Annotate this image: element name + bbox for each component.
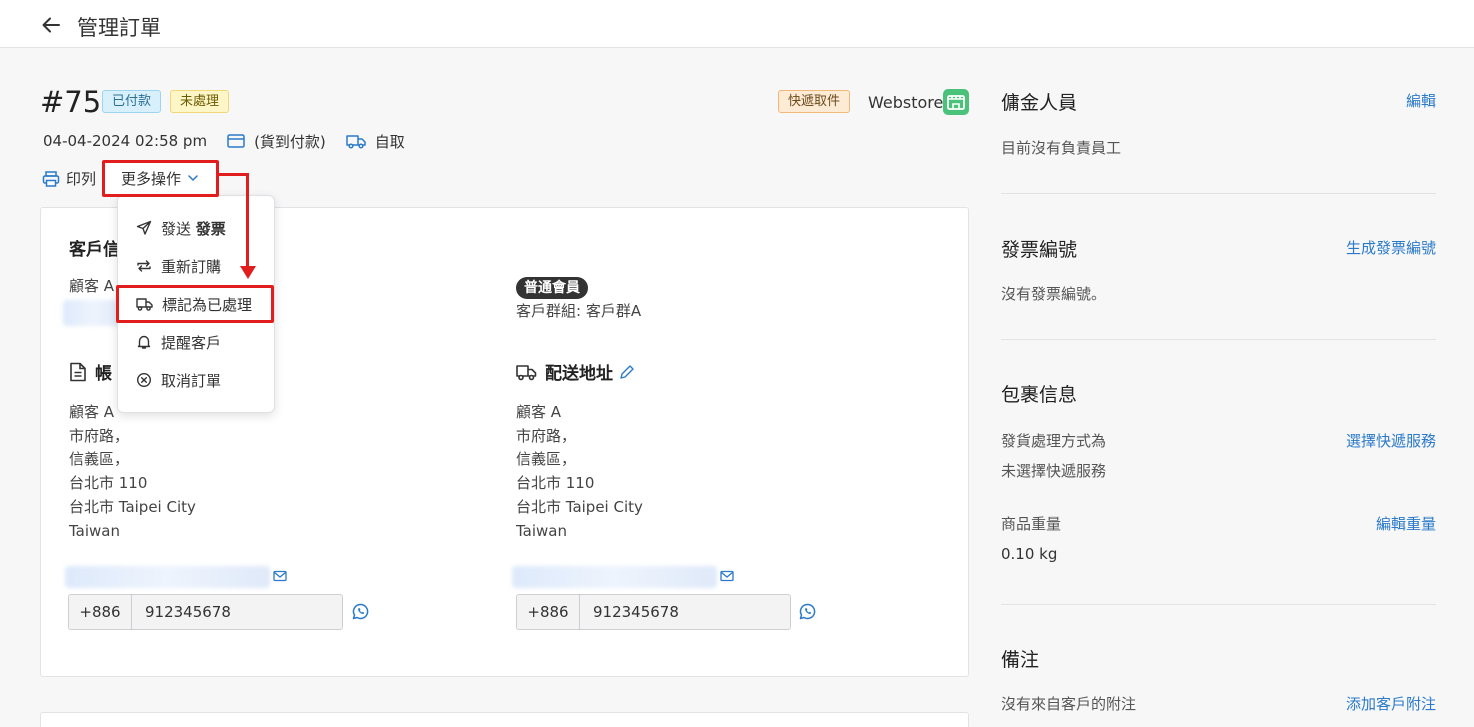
commission-edit-link[interactable]: 編輯 (1406, 90, 1436, 111)
phone-number: 912345678 (593, 603, 679, 621)
menu-item-remind-customer[interactable]: 提醒客戶 (118, 327, 274, 357)
send-invoice-label: 發票 (195, 219, 226, 238)
weight-label: 商品重量 (1001, 515, 1062, 533)
redacted-billing-email (65, 566, 270, 588)
shipping-line: Taiwan (516, 521, 568, 540)
shipping-section-title: 配送地址 (516, 359, 643, 384)
redacted-shipping-email (512, 566, 717, 588)
member-level-badge: 普通會員 (516, 277, 588, 299)
send-label: 發送 (161, 219, 196, 238)
annotation-arrow (219, 173, 249, 176)
remind-label: 提醒客戶 (161, 333, 222, 352)
bell-icon (137, 335, 151, 349)
package-title: 包裹信息 (1001, 384, 1078, 406)
menu-item-mark-processed[interactable]: 標記為已處理 (118, 289, 274, 319)
reorder-label: 重新訂購 (161, 257, 222, 276)
shipping-line: 台北市 Taipei City (516, 497, 643, 516)
phone-number: 912345678 (145, 603, 231, 621)
shipping-title-text: 配送地址 (545, 364, 613, 384)
shipping-phone-field[interactable]: +886 912345678 (516, 594, 791, 630)
more-actions-label: 更多操作 (120, 169, 181, 188)
mail-icon[interactable] (720, 570, 734, 582)
billing-address: 顧客 A 市府路， 信義區， 台北市 110 台北市 Taipei City T… (69, 401, 196, 543)
fulfillment-status-badge: 未處理 (170, 90, 230, 113)
customer-name: 顧客 A (69, 277, 115, 295)
billing-phone-field[interactable]: +886 912345678 (68, 594, 343, 630)
customer-section-title: 客戶信 (69, 240, 120, 260)
printer-icon (42, 170, 60, 187)
more-actions-button[interactable]: 更多操作 (103, 161, 217, 195)
shipping-method-value: 未選擇快遞服務 (1001, 462, 1107, 480)
cancel-circle-icon (136, 372, 152, 388)
shipping-line: 顧客 A (516, 403, 562, 421)
billing-line: Taiwan (69, 521, 121, 540)
send-icon (136, 220, 152, 235)
more-actions-menu: 發送 發票 重新訂購 標記為已處理 提醒客戶 取消訂單 (117, 195, 275, 413)
shipping-line: 信義區， (516, 450, 577, 469)
delivery-method-badge: 快遞取件 (778, 90, 851, 113)
page-title: 管理訂單 (77, 16, 161, 40)
paid-status-badge: 已付款 (102, 90, 162, 113)
delivery-type: 自取 (374, 132, 405, 151)
add-customer-note-link[interactable]: 添加客戶附注 (1346, 693, 1436, 714)
document-icon (70, 362, 86, 381)
invoice-title: 發票編號 (1001, 239, 1078, 261)
top-bar: 管理訂單 (0, 0, 1474, 48)
card-icon (227, 134, 245, 148)
webstore-logo-icon (943, 89, 969, 115)
commission-title: 傭金人員 (1001, 92, 1078, 114)
shipping-method-label: 發貨處理方式為 (1001, 432, 1107, 450)
annotation-arrow (246, 173, 249, 269)
edit-weight-link[interactable]: 編輯重量 (1376, 513, 1436, 534)
billing-line: 市府路， (69, 426, 130, 445)
truck-icon (136, 297, 153, 311)
customer-group: 客戶群組: 客戶群A (516, 302, 642, 320)
annotation-arrow-head (240, 266, 256, 279)
order-meta: 04-04-2024 02:58 pm (貨到付款) 自取 (43, 131, 405, 151)
select-courier-link[interactable]: 選擇快遞服務 (1346, 430, 1436, 451)
mark-processed-label: 標記為已處理 (162, 295, 253, 314)
invoice-text: 沒有發票編號。 (1001, 285, 1107, 303)
whatsapp-icon[interactable] (799, 603, 816, 620)
chevron-down-icon (188, 175, 198, 182)
notes-title: 備注 (1001, 649, 1040, 671)
billing-line: 台北市 Taipei City (69, 497, 196, 516)
billing-title-text: 帳 (95, 364, 112, 384)
order-number: #75 (40, 85, 102, 119)
repeat-icon (137, 260, 151, 272)
generate-invoice-link[interactable]: 生成發票編號 (1346, 237, 1436, 258)
mail-icon[interactable] (273, 570, 287, 582)
weight-value: 0.10 kg (1001, 545, 1058, 563)
redacted-customer-info (63, 300, 123, 326)
commission-text: 目前沒有負責員工 (1001, 139, 1122, 157)
shipping-line: 市府路， (516, 426, 577, 445)
store-name: Webstore (868, 93, 944, 112)
print-label: 印列 (66, 170, 97, 188)
print-button[interactable]: 印列 (42, 168, 96, 189)
phone-country-code: +886 (69, 595, 132, 629)
whatsapp-icon[interactable] (352, 603, 369, 620)
billing-section-title: 帳 (69, 359, 112, 384)
cancel-label: 取消訂單 (161, 371, 222, 390)
billing-line: 信義區， (69, 450, 130, 469)
shipping-line: 台北市 110 (516, 474, 595, 493)
phone-country-code: +886 (517, 595, 580, 629)
menu-item-send-invoice[interactable]: 發送 發票 (118, 213, 274, 243)
notes-text: 沒有來自客戶的附注 (1001, 695, 1137, 713)
truck-icon (346, 135, 366, 149)
billing-line: 台北市 110 (69, 474, 148, 493)
menu-item-cancel-order[interactable]: 取消訂單 (118, 365, 274, 395)
payment-method: (貨到付款) (254, 132, 326, 151)
sidebar-divider (1001, 339, 1436, 340)
order-datetime: 04-04-2024 02:58 pm (43, 132, 208, 150)
back-arrow-icon[interactable] (40, 14, 62, 36)
truck-icon (516, 364, 537, 380)
next-section-card (40, 712, 969, 727)
shipping-address: 顧客 A 市府路， 信義區， 台北市 110 台北市 Taipei City T… (516, 401, 643, 543)
edit-pencil-icon[interactable] (619, 364, 635, 380)
sidebar-divider (1001, 604, 1436, 605)
sidebar-divider (1001, 193, 1436, 194)
